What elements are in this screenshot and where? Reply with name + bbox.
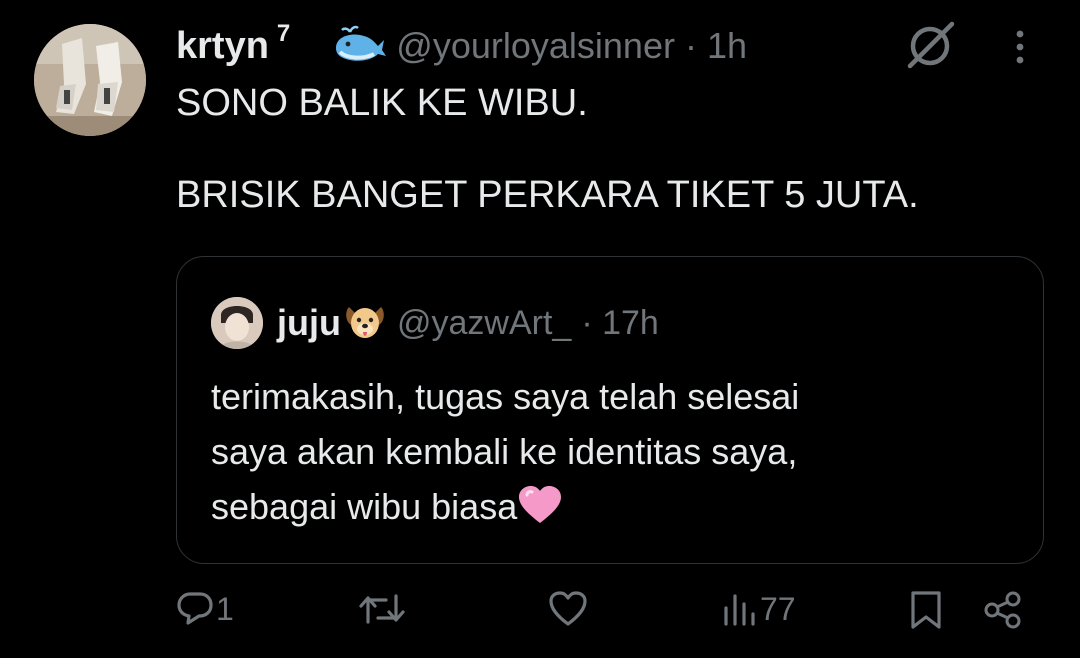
quoted-tweet-text: terimakasih, tugas saya telah selesai sa… xyxy=(211,369,1031,540)
reply-button[interactable]: 1 xyxy=(176,590,234,628)
bookmark-button[interactable] xyxy=(908,590,944,630)
author-handle[interactable]: @yourloyalsinner xyxy=(396,25,675,67)
reply-icon xyxy=(176,590,214,628)
retweet-icon xyxy=(358,590,406,628)
share-icon xyxy=(982,590,1024,630)
quoted-tweet-header: juju @yazwArt_ · 17h xyxy=(277,297,659,349)
tweet-header: krtyn 7 @yourloyalsinner · 1h xyxy=(176,20,747,70)
author-name[interactable]: krtyn xyxy=(176,25,269,68)
pink-heart-icon xyxy=(517,485,563,540)
grok-icon[interactable] xyxy=(904,18,958,72)
tweet-text: SONO BALIK KE WIBU. BRISIK BANGET PERKAR… xyxy=(176,82,919,216)
whale-icon xyxy=(332,24,387,69)
bookmark-icon xyxy=(908,590,944,630)
quoted-tweet-time[interactable]: · 17h xyxy=(581,304,659,343)
dog-face-icon xyxy=(343,301,387,346)
share-button[interactable] xyxy=(982,590,1024,630)
like-button[interactable] xyxy=(548,590,588,628)
quoted-author-name[interactable]: juju xyxy=(277,302,341,344)
reply-count: 1 xyxy=(216,590,234,627)
quoted-avatar-photo xyxy=(211,297,263,349)
name-superscript: 7 xyxy=(276,20,291,47)
retweet-button[interactable] xyxy=(358,590,406,628)
tweet-time[interactable]: · 1h xyxy=(685,25,747,67)
heart-icon xyxy=(548,590,588,628)
quoted-tweet-body: terimakasih, tugas saya telah selesai sa… xyxy=(211,376,800,527)
tweet-actions-bar: 1 77 xyxy=(0,590,1080,646)
views-chart-icon xyxy=(722,590,756,628)
views-count: 77 xyxy=(760,590,796,627)
crescent-moon-icon xyxy=(296,24,326,68)
avatar-photo xyxy=(34,24,146,136)
quoted-author-avatar[interactable] xyxy=(211,297,263,349)
author-avatar[interactable] xyxy=(34,24,146,136)
quoted-author-handle[interactable]: @yazwArt_ xyxy=(397,304,571,343)
views-button[interactable]: 77 xyxy=(722,590,796,628)
more-options-icon[interactable] xyxy=(1010,28,1030,68)
quoted-tweet-card[interactable]: juju @yazwArt_ · 17h terimakasih, tugas … xyxy=(176,256,1044,564)
